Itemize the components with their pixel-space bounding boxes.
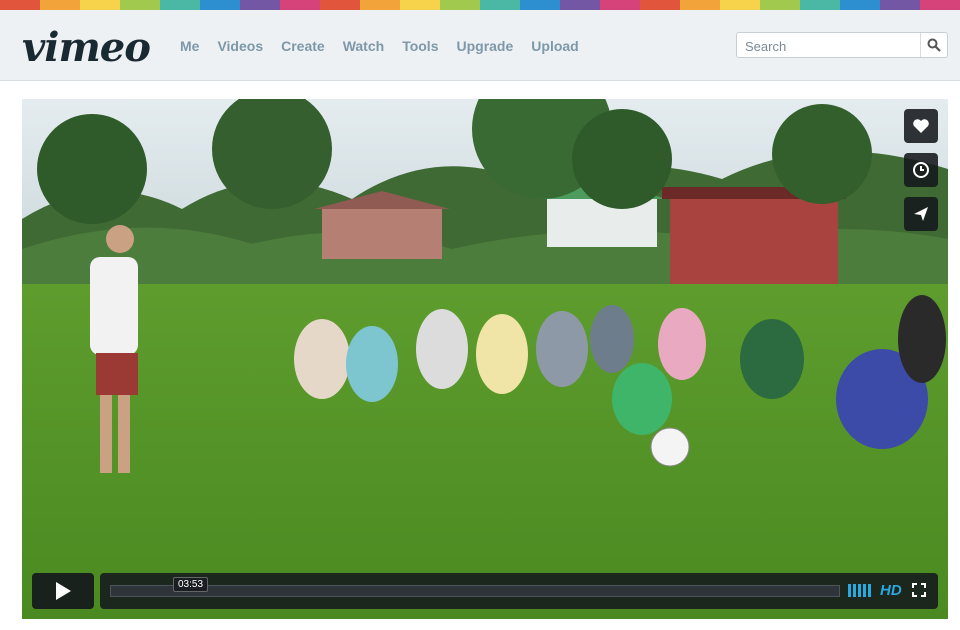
nav-upload[interactable]: Upload — [531, 38, 578, 54]
play-icon — [56, 582, 71, 600]
stripe-segment — [760, 0, 800, 10]
content-panel: 03:53 HD — [0, 81, 960, 630]
stripe-segment — [880, 0, 920, 10]
stripe-segment — [720, 0, 760, 10]
stripe-segment — [600, 0, 640, 10]
stripe-segment — [120, 0, 160, 10]
nav-tools[interactable]: Tools — [402, 38, 438, 54]
vimeo-logo[interactable]: vimeo — [22, 24, 151, 71]
nav-watch[interactable]: Watch — [343, 38, 384, 54]
top-header: vimeo Me Videos Create Watch Tools Upgra… — [0, 10, 960, 81]
clock-icon — [913, 162, 929, 178]
stripe-segment — [800, 0, 840, 10]
search-input[interactable] — [743, 36, 922, 56]
nav-create[interactable]: Create — [281, 38, 325, 54]
play-button[interactable] — [32, 573, 94, 609]
stripe-segment — [680, 0, 720, 10]
hd-button[interactable]: HD — [880, 582, 902, 599]
stripe-segment — [320, 0, 360, 10]
progress-bar[interactable]: 03:53 — [110, 577, 840, 597]
main-nav: Me Videos Create Watch Tools Upgrade Upl… — [180, 38, 579, 54]
stripe-segment — [40, 0, 80, 10]
stripe-segment — [200, 0, 240, 10]
fullscreen-button[interactable] — [912, 583, 926, 602]
stripe-segment — [920, 0, 960, 10]
send-icon — [914, 207, 928, 221]
stripe-segment — [480, 0, 520, 10]
stripe-segment — [0, 0, 40, 10]
stripe-segment — [240, 0, 280, 10]
color-stripe — [0, 0, 960, 10]
stripe-segment — [280, 0, 320, 10]
stripe-segment — [840, 0, 880, 10]
fullscreen-icon — [912, 583, 926, 597]
stripe-segment — [640, 0, 680, 10]
nav-videos[interactable]: Videos — [217, 38, 263, 54]
stripe-segment — [360, 0, 400, 10]
control-bar: 03:53 HD — [100, 573, 938, 609]
player-controls: 03:53 HD — [32, 573, 938, 609]
time-display: 03:53 — [173, 577, 209, 592]
video-player[interactable]: 03:53 HD — [22, 99, 948, 619]
stripe-segment — [400, 0, 440, 10]
heart-icon — [913, 119, 929, 133]
stripe-segment — [160, 0, 200, 10]
stripe-segment — [560, 0, 600, 10]
stripe-segment — [440, 0, 480, 10]
video-frame — [22, 99, 948, 619]
watch-later-button[interactable] — [904, 153, 938, 187]
search-icon — [927, 38, 941, 52]
side-buttons — [904, 109, 938, 231]
search-button[interactable] — [920, 33, 947, 57]
like-button[interactable] — [904, 109, 938, 143]
search-box — [736, 32, 948, 58]
share-button[interactable] — [904, 197, 938, 231]
stripe-segment — [520, 0, 560, 10]
nav-me[interactable]: Me — [180, 38, 199, 54]
nav-upgrade[interactable]: Upgrade — [456, 38, 513, 54]
volume-control[interactable] — [848, 584, 871, 597]
stripe-segment — [80, 0, 120, 10]
